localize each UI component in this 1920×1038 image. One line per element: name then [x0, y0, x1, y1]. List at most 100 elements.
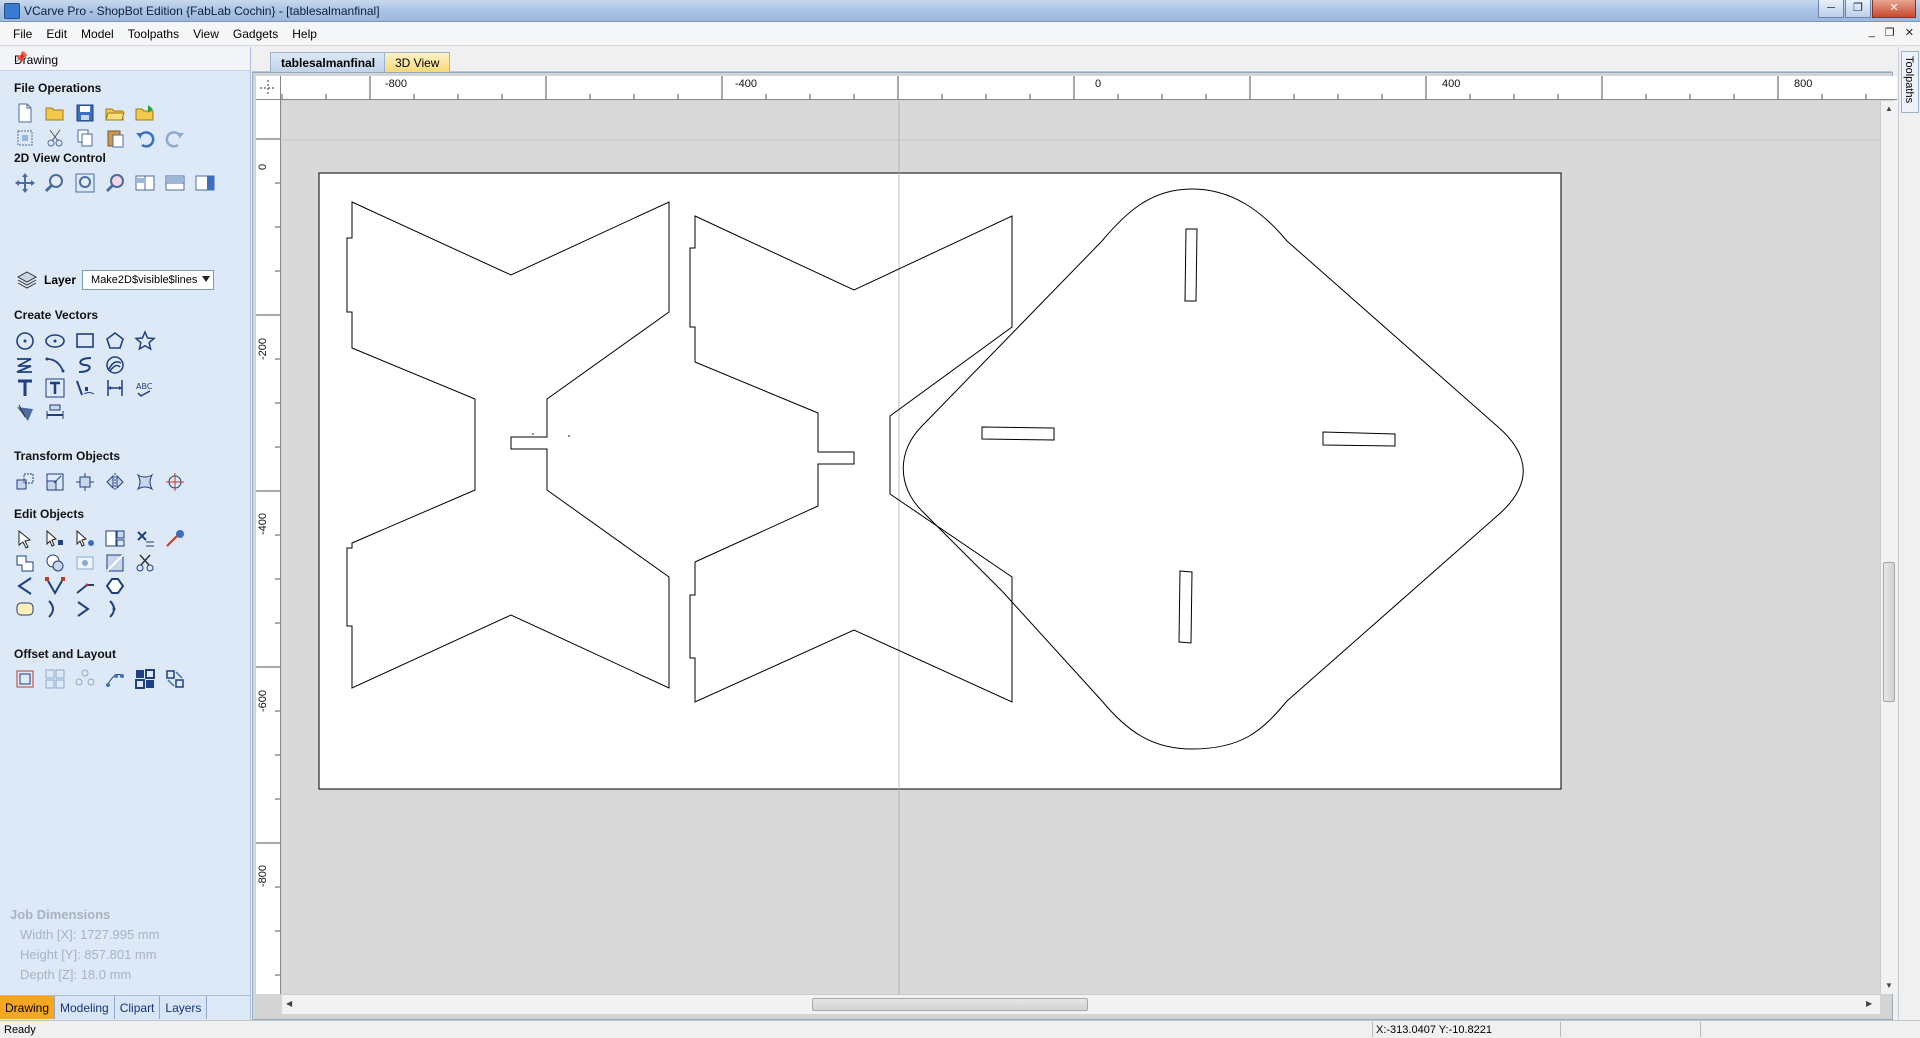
copy-icon[interactable] [74, 127, 96, 149]
node-join-icon[interactable] [44, 575, 66, 597]
menu-help[interactable]: Help [285, 22, 324, 46]
new-file-icon[interactable] [14, 102, 36, 124]
spiral-icon[interactable] [104, 354, 126, 376]
view-tabs-icon[interactable] [194, 172, 216, 194]
menu-model[interactable]: Model [74, 22, 121, 46]
close-button[interactable]: ✕ [1872, 0, 1916, 18]
interactive-select-icon[interactable] [74, 528, 96, 550]
join-open-icon[interactable] [104, 598, 126, 620]
snap-icon[interactable] [164, 528, 186, 550]
horizontal-scrollbar[interactable]: ◀ ▶ [282, 994, 1880, 1014]
circle-icon[interactable] [14, 330, 36, 352]
polygon-icon[interactable] [104, 330, 126, 352]
drawing-canvas[interactable] [282, 101, 1880, 994]
scale-icon[interactable] [44, 471, 66, 493]
save-icon[interactable] [74, 102, 96, 124]
tab-3d-view[interactable]: 3D View [384, 52, 451, 72]
copy-along-path-icon[interactable] [104, 668, 126, 690]
fillet-icon[interactable] [104, 552, 126, 574]
mdi-restore-button[interactable]: ❐ [1885, 26, 1895, 39]
arc-icon[interactable] [44, 354, 66, 376]
paste-icon[interactable] [104, 127, 126, 149]
cut-icon[interactable] [44, 127, 66, 149]
open-file-icon[interactable] [44, 102, 66, 124]
layer-dropdown[interactable]: Make2D$visible$lines [82, 270, 215, 290]
spell-check-icon[interactable]: ABC [134, 377, 156, 399]
scroll-right-icon[interactable]: ▶ [1866, 999, 1872, 1008]
scroll-down-icon[interactable]: ▼ [1885, 981, 1893, 990]
nesting-icon[interactable] [134, 668, 156, 690]
reshape-icon[interactable] [74, 598, 96, 620]
distort-icon[interactable] [134, 471, 156, 493]
tab-modeling[interactable]: Modeling [55, 996, 115, 1019]
trim-icon[interactable] [134, 552, 156, 574]
menu-edit[interactable]: Edit [39, 22, 74, 46]
ellipse-icon[interactable] [44, 330, 66, 352]
set-origin-icon[interactable] [164, 471, 186, 493]
restore-button[interactable]: ❐ [1845, 0, 1871, 18]
circular-array-icon[interactable] [74, 668, 96, 690]
extend-icon[interactable] [74, 575, 96, 597]
tab-tablesalmanfinal[interactable]: tablesalmanfinal [270, 52, 387, 72]
menu-gadgets[interactable]: Gadgets [226, 22, 285, 46]
horizontal-scroll-thumb[interactable] [812, 998, 1088, 1011]
scroll-left-icon[interactable]: ◀ [286, 999, 292, 1008]
split-horizontal-icon[interactable] [164, 172, 186, 194]
text-on-curve-icon[interactable] [74, 377, 96, 399]
minimize-button[interactable]: ─ [1818, 0, 1844, 18]
zoom-icon[interactable] [44, 172, 66, 194]
tab-toolpaths[interactable]: Toolpaths [1901, 51, 1919, 113]
split-view-icon[interactable] [134, 172, 156, 194]
delete-vectors-icon[interactable] [134, 528, 156, 550]
close-vector-icon[interactable] [104, 575, 126, 597]
mirror-icon[interactable] [104, 471, 126, 493]
rectangle-icon[interactable] [74, 330, 96, 352]
vertical-ruler-ticks [256, 138, 280, 976]
offset-icon[interactable] [14, 668, 36, 690]
curve-icon[interactable] [74, 354, 96, 376]
align-icon[interactable] [74, 471, 96, 493]
curve-fit-icon[interactable] [14, 575, 36, 597]
pin-icon[interactable]: 📌 [14, 51, 242, 64]
smooth-icon[interactable] [44, 598, 66, 620]
scroll-up-icon[interactable]: ▲ [1885, 104, 1893, 113]
join-vectors-icon[interactable] [14, 598, 36, 620]
dimension-icon[interactable] [104, 377, 126, 399]
job-setup-icon[interactable] [14, 127, 36, 149]
pan-icon[interactable] [14, 172, 36, 194]
zoom-all-icon[interactable] [74, 172, 96, 194]
trace-bitmap-icon[interactable] [14, 401, 36, 423]
open-folder-icon[interactable] [104, 102, 126, 124]
text-icon[interactable] [14, 377, 36, 399]
subtract-icon[interactable] [44, 552, 66, 574]
menu-view[interactable]: View [186, 22, 226, 46]
array-copy-icon[interactable] [44, 668, 66, 690]
intersect-icon[interactable] [74, 552, 96, 574]
node-edit-icon[interactable] [44, 528, 66, 550]
vertical-scrollbar[interactable]: ▲ ▼ [1880, 101, 1897, 994]
select-icon[interactable] [14, 528, 36, 550]
tab-layers[interactable]: Layers [160, 996, 208, 1019]
star-icon[interactable] [134, 330, 156, 352]
text-frame-icon[interactable] [44, 377, 66, 399]
measure-icon[interactable] [44, 401, 66, 423]
auto-layout-icon[interactable] [164, 668, 186, 690]
move-icon[interactable] [14, 471, 36, 493]
vertical-scroll-thumb[interactable] [1883, 562, 1895, 702]
import-icon[interactable] [134, 102, 156, 124]
weld-icon[interactable] [14, 552, 36, 574]
menu-file[interactable]: File [6, 22, 39, 46]
section-2d-view-control: 2D View Control [14, 151, 106, 165]
menu-toolpaths[interactable]: Toolpaths [121, 22, 186, 46]
status-text: Ready [4, 1024, 36, 1036]
polyline-icon[interactable] [14, 354, 36, 376]
mdi-close-button[interactable]: ✕ [1905, 26, 1914, 39]
mdi-minimize-button[interactable]: _ [1869, 26, 1875, 39]
tab-drawing[interactable]: Drawing [0, 996, 56, 1019]
ruler-corner[interactable] [256, 76, 281, 100]
tab-clipart[interactable]: Clipart [114, 996, 161, 1019]
redo-icon[interactable] [164, 127, 186, 149]
undo-icon[interactable] [134, 127, 156, 149]
zoom-selection-icon[interactable] [104, 172, 126, 194]
selection-dialog-icon[interactable] [104, 528, 126, 550]
